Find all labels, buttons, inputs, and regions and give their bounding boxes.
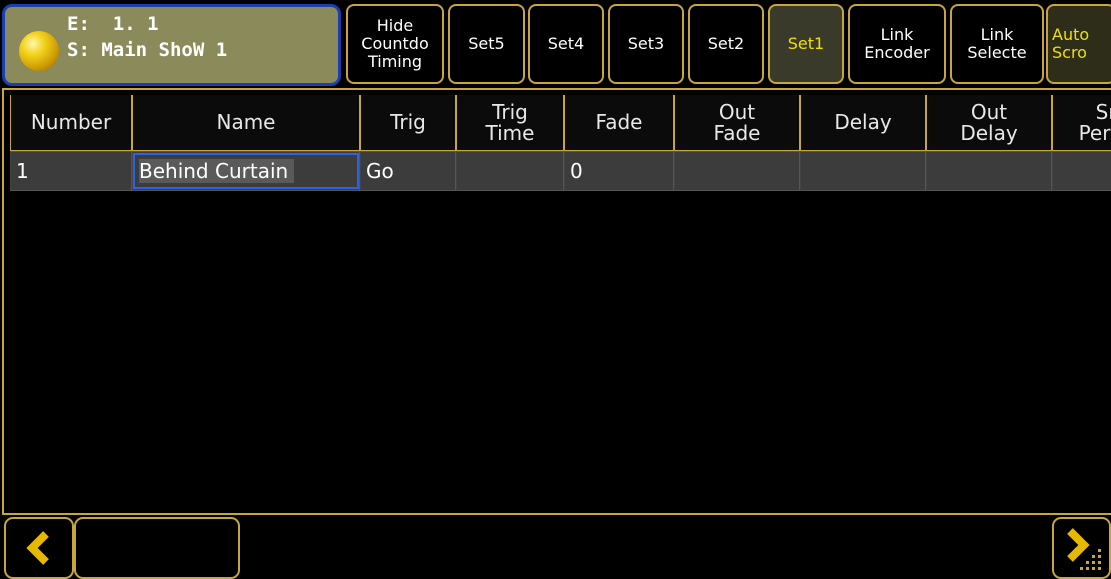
executor-title-panel[interactable]: E: 1. 1 S: Main ShoW 1 [2,4,341,86]
set3-button[interactable]: Set3 [608,4,684,84]
scroll-left-button[interactable] [4,517,74,579]
column-label-line1: Out [970,99,1008,124]
link-selected-button[interactable]: Link Selecte [950,4,1044,84]
column-header-trig[interactable]: Trig [360,95,456,151]
column-header-name[interactable]: Name [132,95,360,151]
hide-countdown-line3: Timing [367,52,423,71]
column-label: Delay [834,110,892,134]
hide-countdown-line1: Hide [376,16,414,35]
column-label: Number [30,110,112,134]
column-label-line2: Fade [713,120,761,145]
set5-button[interactable]: Set5 [448,4,525,84]
column-header-trig-time[interactable]: Trig Time [456,95,564,151]
column-header-fade[interactable]: Fade [564,95,674,151]
scroll-bar[interactable] [2,515,1111,579]
show-name: S: Main ShoW 1 [67,39,228,61]
set2-button[interactable]: Set2 [688,4,764,84]
link-encoder-line2: Encoder [864,43,930,62]
chevron-left-icon [26,531,49,565]
executor-status-ball-icon [19,31,59,71]
sequence-sheet[interactable]: Number Name Trig Trig Time Fade Out Fade… [2,88,1111,515]
column-label-line1: Trig [492,99,528,124]
cell-fade[interactable]: 0 [564,151,674,191]
scroll-position-field[interactable] [74,517,240,579]
cell-name[interactable]: Behind Curtain [132,151,360,191]
auto-scroll-button[interactable]: Auto Scro [1046,4,1111,84]
cell-out-delay[interactable] [926,151,1052,191]
cell-snap-percent[interactable] [1052,151,1111,191]
set1-button[interactable]: Set1 [768,4,844,84]
column-label-line1: Out [718,99,756,124]
column-label-line2: Time [485,120,535,145]
column-header-out-delay[interactable]: Out Delay [926,95,1052,151]
name-edit-field[interactable]: Behind Curtain [133,153,359,189]
cell-number[interactable]: 1 [10,151,132,191]
auto-scroll-line1: Auto [1052,25,1090,44]
column-header-number[interactable]: Number [10,95,132,151]
column-header-snap-percent[interactable]: Sn Perc [1052,95,1111,151]
cell-trig[interactable]: Go [360,151,456,191]
cell-trig-time[interactable] [456,151,564,191]
column-label-line1: Sn [1095,99,1111,124]
link-selected-line2: Selecte [967,43,1027,62]
table-row[interactable]: 1 Behind Curtain Go 0 [10,151,1111,191]
hide-countdown-line2: Countdo [361,34,429,53]
auto-scroll-line2: Scro [1052,43,1087,62]
cell-delay[interactable] [800,151,926,191]
column-header-delay[interactable]: Delay [800,95,926,151]
column-label-line2: Perc [1078,120,1111,145]
column-label: Trig [390,110,426,134]
table-header-row: Number Name Trig Trig Time Fade Out Fade… [10,95,1111,151]
link-encoder-line1: Link [880,25,914,44]
link-encoder-button[interactable]: Link Encoder [848,4,946,84]
column-label-line2: Delay [960,120,1018,145]
scroll-right-button[interactable] [1052,517,1111,579]
executor-number: E: 1. 1 [67,13,159,35]
column-label: Name [216,110,276,134]
name-value: Behind Curtain [139,159,295,183]
cell-out-fade[interactable] [674,151,800,191]
set4-button[interactable]: Set4 [528,4,604,84]
link-selected-line1: Link [980,25,1014,44]
chevron-right-icon [1066,528,1101,570]
column-header-out-fade[interactable]: Out Fade [674,95,800,151]
hide-countdown-timing-button[interactable]: Hide Countdo Timing [346,4,444,84]
column-label: Fade [595,110,643,134]
